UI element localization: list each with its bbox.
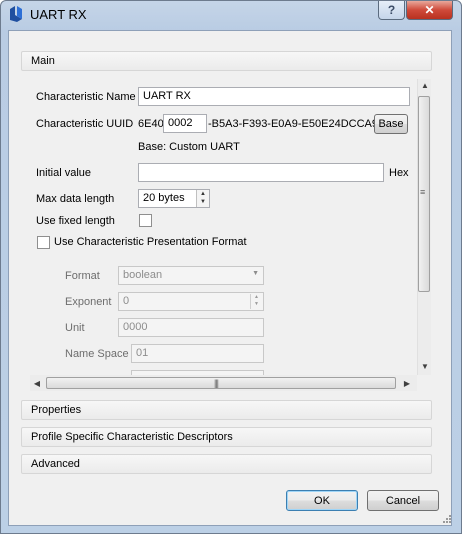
characteristic-uuid-label: Characteristic UUID [36,118,134,130]
spin-up-icon[interactable]: ▲ [196,190,209,198]
presentation-format-checkbox[interactable] [37,236,50,249]
spin-down-icon[interactable]: ▼ [196,198,209,207]
uuid-suffix: -B5A3-F393-E0A9-E50E24DCCA9E [208,118,386,130]
chevron-down-icon: ▼ [252,270,259,277]
help-button[interactable]: ? [378,1,405,20]
close-button[interactable]: ✕ [406,1,453,20]
scroll-up-icon[interactable]: ▲ [419,81,431,90]
grip-icon: ≡ [420,187,425,197]
section-properties-header[interactable]: Properties [21,400,432,420]
scroll-left-icon[interactable]: ◀ [31,379,43,388]
uuid-short-input[interactable]: 0002 [163,114,207,133]
scroll-right-icon[interactable]: ▶ [401,379,413,388]
use-fixed-length-checkbox[interactable] [139,214,152,227]
format-label: Format [65,270,100,282]
exponent-spinbox[interactable]: 0 ▲ ▼ [118,292,264,311]
unit-label: Unit [65,322,85,334]
base-button[interactable]: Base [374,114,408,134]
resize-grip-icon[interactable] [440,512,452,524]
initial-value-input[interactable] [138,163,384,182]
horizontal-scroll-thumb[interactable] [46,377,396,389]
max-data-length-label: Max data length [36,193,115,205]
nordic-logo-icon [8,6,24,22]
section-advanced-header[interactable]: Advanced [21,454,432,474]
section-profile-descriptors-header[interactable]: Profile Specific Characteristic Descript… [21,427,432,447]
namespace-label: Name Space [65,348,129,360]
presentation-format-label: Use Characteristic Presentation Format [54,236,247,248]
namespace-input[interactable]: 01 [131,344,264,363]
unit-input[interactable]: 0000 [118,318,264,337]
exponent-label: Exponent [65,296,112,308]
use-fixed-length-label: Use fixed length [36,215,115,227]
characteristic-name-label: Characteristic Name [36,91,136,103]
exponent-value: 0 [123,295,130,307]
ok-button[interactable]: OK [286,490,358,511]
format-value: boolean [123,269,163,281]
initial-value-label: Initial value [36,167,92,179]
hex-label: Hex [389,167,409,179]
max-data-length-value: 20 bytes [143,192,185,204]
characteristic-name-input[interactable]: UART RX [138,87,410,106]
grip-icon: ||| [214,378,219,388]
format-dropdown[interactable]: boolean ▼ [118,266,264,285]
cancel-button[interactable]: Cancel [367,490,439,511]
base-text: Base: Custom UART [138,141,240,153]
title-bar[interactable]: UART RX ? ✕ [0,0,460,30]
main-scroll-area: Characteristic Name UART RX Characterist… [30,77,430,392]
spin-up-icon: ▲ [250,294,262,301]
spin-down-icon: ▼ [250,301,262,309]
window-title: UART RX [30,7,87,22]
section-main-header[interactable]: Main [21,51,432,71]
uuid-prefix: 6E40 [138,118,164,130]
scroll-down-icon[interactable]: ▼ [419,362,431,371]
